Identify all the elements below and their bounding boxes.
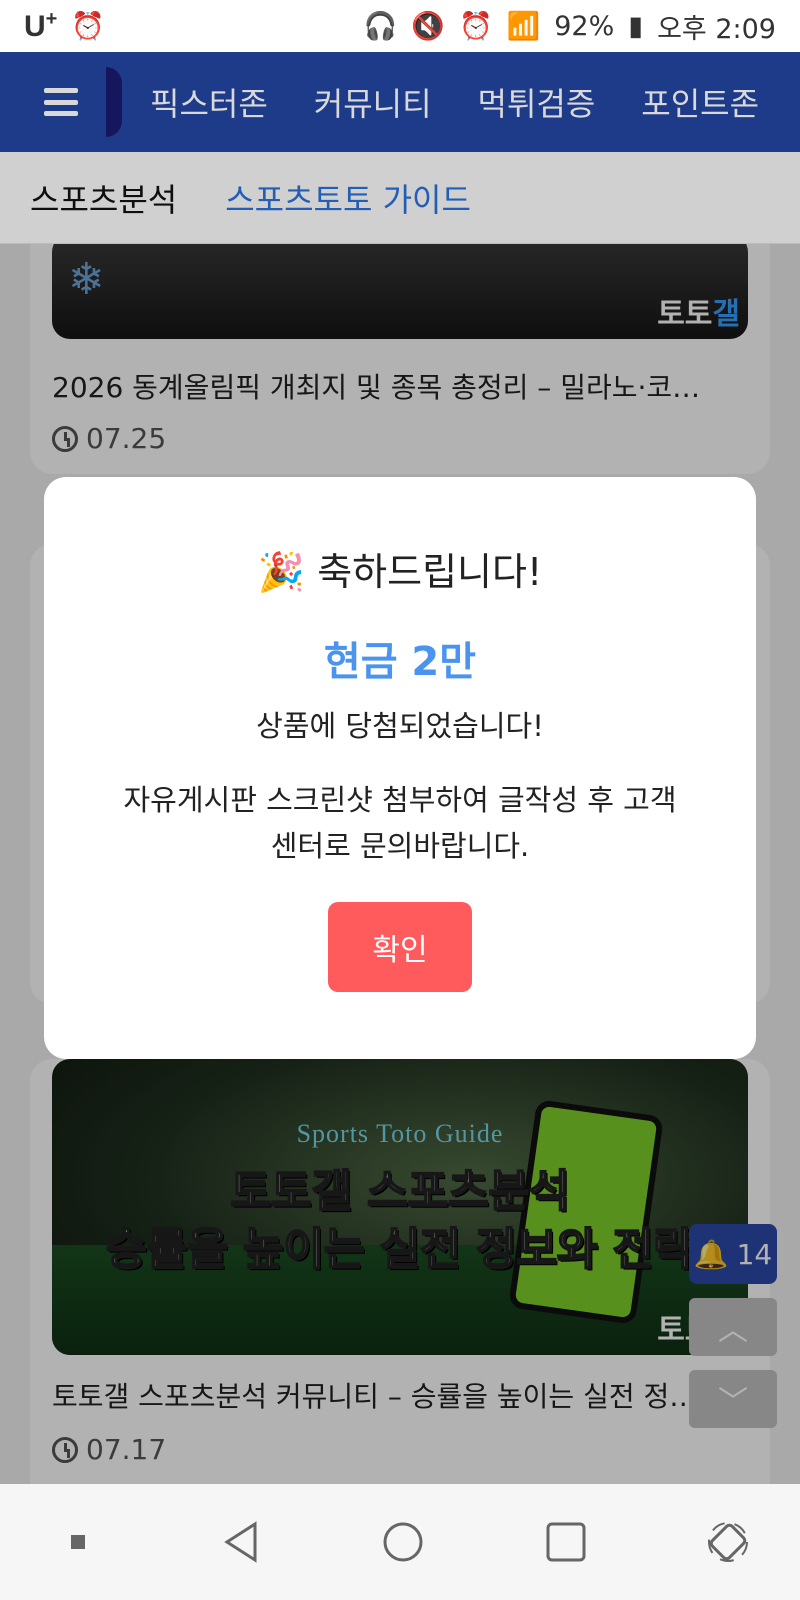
modal-description: 자유게시판 스크린샷 첨부하여 글작성 후 고객센터로 문의바랍니다. (123, 783, 677, 863)
prize-amount: 현금 2만 (323, 639, 477, 685)
battery-level: 92% (554, 10, 615, 42)
party-popper-icon: 🎉 (257, 550, 306, 594)
modal-backdrop-top (0, 52, 800, 244)
alarm-icon: ⏰ (458, 11, 493, 42)
back-icon[interactable] (211, 1512, 271, 1572)
alarm-off-icon: ⏰ (71, 11, 105, 42)
modal-title: 🎉 축하드립니다! (257, 550, 543, 594)
status-bar: U+ ⏰ 🎧 🔇 ⏰ 📶 92% ▮ 오후 2:09 (0, 0, 800, 52)
menu-dot-icon[interactable] (48, 1512, 108, 1572)
clock-time: 오후 2:09 (657, 13, 776, 45)
wifi-icon: 📶 (506, 11, 541, 42)
mute-icon: 🔇 (411, 11, 445, 42)
rotate-icon[interactable] (698, 1512, 758, 1572)
recents-icon[interactable] (536, 1512, 596, 1572)
system-nav-bar (0, 1484, 800, 1600)
carrier-label: U+ (24, 8, 58, 43)
prize-message: 상품에 당첨되었습니다! (256, 709, 544, 743)
confirm-button[interactable]: 확인 (328, 902, 472, 992)
battery-icon: ▮ (628, 10, 644, 42)
prize-modal: 🎉 축하드립니다! 현금 2만 상품에 당첨되었습니다! 자유게시판 스크린샷 … (44, 477, 756, 1059)
home-icon[interactable] (373, 1512, 433, 1572)
headset-icon: 🎧 (363, 11, 398, 42)
